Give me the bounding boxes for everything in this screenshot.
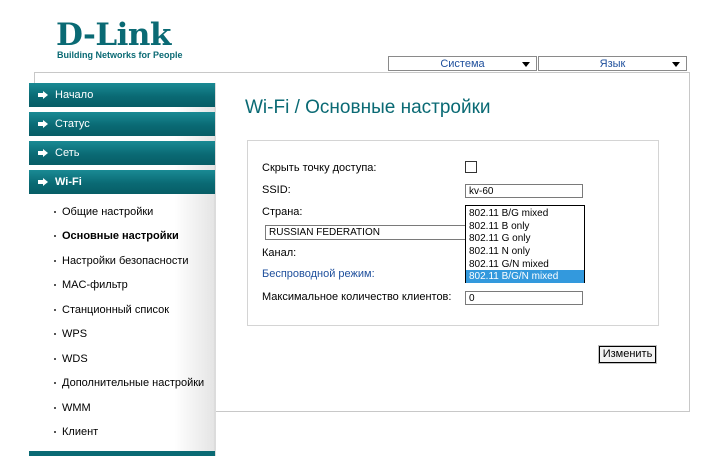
nav-item-home[interactable]: Начало	[29, 83, 215, 107]
language-menu-select[interactable]: Язык	[538, 56, 687, 71]
nav-item-label: Wi-Fi	[55, 176, 82, 188]
logo-tagline: Building Networks for People	[57, 50, 183, 60]
arrow-right-icon	[38, 120, 48, 128]
max-clients-input[interactable]	[465, 291, 583, 305]
frame-border-top	[34, 72, 690, 73]
page-title: Wi-Fi / Основные настройки	[245, 97, 491, 118]
sidebar-divider	[214, 83, 216, 456]
bullet-icon	[54, 260, 56, 262]
bullet-icon	[54, 431, 56, 433]
bullet-icon	[54, 358, 56, 360]
subnav-label: Клиент	[62, 426, 99, 438]
system-menu-label: Система	[440, 58, 485, 70]
mode-option-selected[interactable]: 802.11 B/G/N mixed	[466, 270, 584, 283]
nav-item-label: Начало	[55, 89, 94, 101]
arrow-right-icon	[38, 149, 48, 157]
hide-ap-checkbox[interactable]	[465, 161, 477, 173]
hide-ap-label: Скрыть точку доступа:	[262, 162, 377, 174]
subnav-label: WMM	[62, 402, 91, 414]
bullet-icon	[54, 309, 56, 311]
mode-option[interactable]: 802.11 G only	[466, 232, 584, 245]
system-menu-select[interactable]: Система	[388, 56, 537, 71]
ssid-input[interactable]	[465, 184, 583, 198]
arrow-right-icon	[38, 178, 48, 186]
subnav-label: Дополнительные настройки	[62, 377, 205, 389]
wireless-mode-label: Беспроводной режим:	[262, 268, 375, 280]
ssid-label: SSID:	[262, 184, 291, 196]
change-button[interactable]: Изменить	[598, 345, 657, 364]
nav-item-network[interactable]: Сеть	[29, 141, 215, 165]
bullet-icon	[54, 333, 56, 335]
max-clients-label: Максимальное количество клиентов:	[262, 291, 452, 303]
dlink-logo: D-Link Building Networks for People	[56, 18, 186, 62]
subnav-label: MAC-фильтр	[62, 279, 128, 291]
frame-border-bottom	[215, 411, 690, 412]
channel-label: Канал:	[262, 247, 297, 259]
subnav-label: Настройки безопасности	[62, 255, 189, 267]
bullet-icon	[54, 284, 56, 286]
frame-border-right	[689, 72, 690, 412]
arrow-right-icon	[38, 91, 48, 99]
nav-item-status[interactable]: Статус	[29, 112, 215, 136]
bullet-icon	[54, 382, 56, 384]
subnav-label: Общие настройки	[62, 206, 154, 218]
chevron-down-icon	[522, 62, 530, 67]
sidebar: Начало Статус Сеть Wi-Fi Общие настройки…	[29, 83, 216, 456]
subnav-label: Основные настройки	[62, 230, 179, 242]
mode-option[interactable]: 802.11 B/G mixed	[466, 207, 584, 220]
mode-option[interactable]: 802.11 N only	[466, 245, 584, 258]
bullet-icon	[54, 235, 56, 237]
logo-wordmark: D-Link	[56, 17, 171, 53]
subnav-label: Станционный список	[62, 304, 170, 316]
language-menu-label: Язык	[599, 58, 626, 70]
nav-item-label: Сеть	[55, 147, 80, 159]
country-label: Страна:	[262, 206, 303, 218]
subnav-label: WPS	[62, 328, 88, 340]
bullet-icon	[54, 211, 56, 213]
nav-item-wifi[interactable]: Wi-Fi	[29, 170, 215, 194]
chevron-down-icon	[672, 62, 680, 67]
subnav-label: WDS	[62, 353, 88, 365]
nav-item-label: Статус	[55, 118, 90, 130]
bullet-icon	[54, 407, 56, 409]
sidebar-bottom-bar	[29, 451, 215, 456]
wireless-mode-dropdown[interactable]: 802.11 B/G mixed 802.11 B only 802.11 G …	[465, 205, 585, 283]
